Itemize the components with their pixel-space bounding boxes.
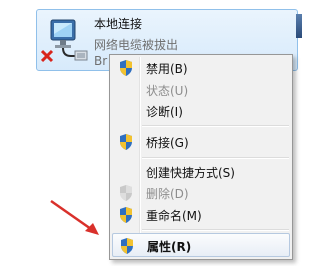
menu-item-label: 创建快捷方式(S)	[146, 166, 235, 180]
menu-item-label: 删除(D)	[146, 187, 189, 201]
menu-item-disable[interactable]: 禁用(B)	[112, 57, 290, 79]
menu-item-delete[interactable]: 删除(D)	[112, 182, 290, 204]
menu-item-status[interactable]: 状态(U)	[112, 79, 290, 101]
network-adapter-icon	[41, 19, 88, 63]
uac-shield-icon	[120, 134, 132, 150]
menu-item-label: 状态(U)	[146, 84, 189, 98]
menu-item-label: 重命名(M)	[146, 209, 202, 223]
menu-item-label: 属性(R)	[147, 240, 192, 254]
menu-item-diagnose[interactable]: 诊断(I)	[112, 100, 290, 122]
connection-device: Br	[94, 54, 108, 68]
annotation-arrow-icon	[50, 199, 99, 235]
menu-item-label: 诊断(I)	[146, 105, 183, 119]
adjacent-connection-icon[interactable]	[296, 14, 302, 38]
menu-separator	[142, 125, 289, 127]
menu-item-label: 禁用(B)	[146, 62, 188, 76]
red-x-icon	[41, 49, 54, 63]
context-menu: 禁用(B) 状态(U) 诊断(I) 桥接(G) 创建快捷方式(S) 删除(D)	[109, 54, 293, 260]
uac-shield-icon	[120, 185, 132, 201]
uac-shield-icon	[121, 238, 133, 254]
menu-separator	[142, 157, 289, 159]
menu-item-create-shortcut[interactable]: 创建快捷方式(S)	[112, 161, 290, 183]
menu-item-rename[interactable]: 重命名(M)	[112, 204, 290, 226]
uac-shield-icon	[120, 60, 132, 76]
menu-item-properties[interactable]: 属性(R)	[112, 233, 290, 257]
connection-status: 网络电缆被拔出	[94, 38, 179, 52]
uac-shield-icon	[120, 207, 132, 223]
menu-separator	[142, 229, 289, 231]
menu-item-bridge[interactable]: 桥接(G)	[112, 131, 290, 153]
connection-name: 本地连接	[94, 17, 143, 31]
menu-item-label: 桥接(G)	[146, 136, 189, 150]
